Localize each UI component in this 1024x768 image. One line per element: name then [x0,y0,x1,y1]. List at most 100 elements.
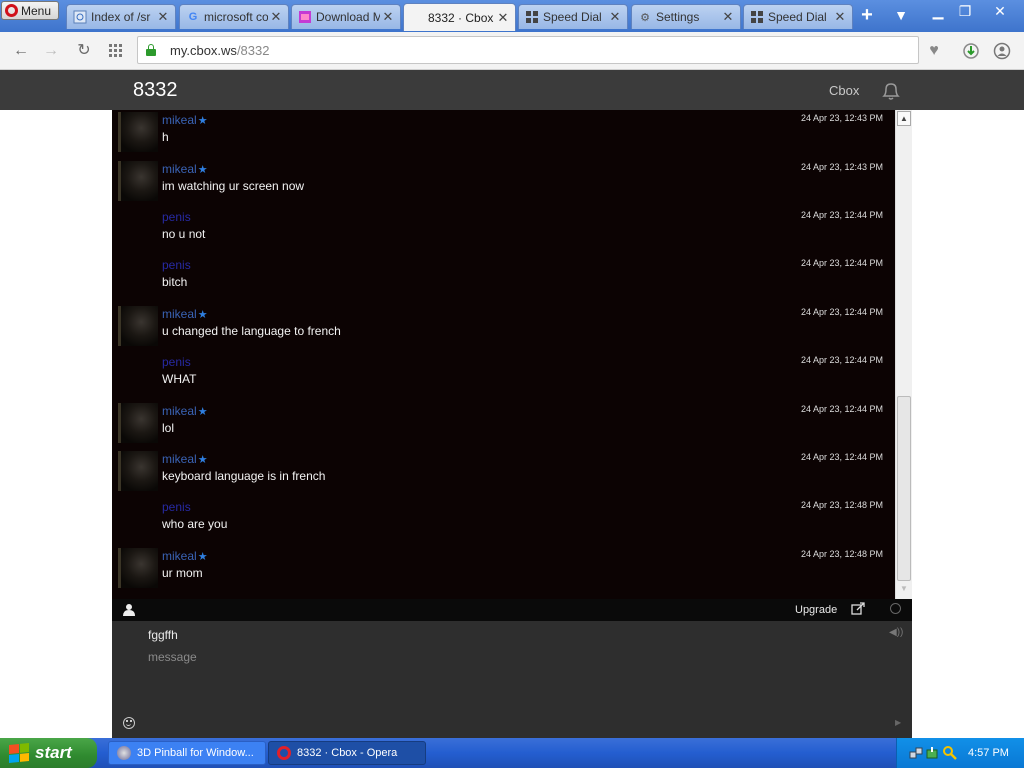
tab-list-chevron-icon[interactable]: ▼ [892,7,910,25]
opera-menu-button[interactable]: Menu [1,1,59,20]
restore-window-icon[interactable]: ❐ [953,2,977,20]
close-tab-icon[interactable]: ✕ [380,9,396,25]
close-tab-icon[interactable]: ✕ [607,9,623,25]
message-text: lol [162,421,175,435]
message-text: ur mom [162,566,203,580]
message-timestamp: 24 Apr 23, 12:44 PM [800,404,883,414]
message-text: WHAT [162,372,197,386]
smiley-icon[interactable] [123,717,135,729]
speed-dial-grid-icon[interactable] [106,41,126,61]
search-magnifier-icon[interactable] [943,746,957,760]
speed-dial-icon [525,10,539,24]
reload-icon[interactable]: ↻ [74,41,94,61]
tab-settings[interactable]: ⚙ Settings ✕ [631,4,741,29]
taskbar-item-opera[interactable]: 8332 · Cbox - Opera [268,741,426,765]
address-toolbar: ← → ↻ my.cbox.ws/8332 ♥ [0,32,1024,70]
upgrade-link[interactable]: Upgrade [795,604,837,616]
scroll-thumb[interactable] [897,396,911,581]
message-timestamp: 24 Apr 23, 12:43 PM [800,113,883,123]
heart-bookmark-icon[interactable]: ♥ [924,41,944,61]
message-text: who are you [162,517,228,531]
opera-logo-icon [5,4,18,17]
popout-icon[interactable] [851,602,865,616]
forward-arrow-icon[interactable]: → [41,41,61,61]
tab-title: 8332 · Cbox [428,10,494,25]
taskbar-item-pinball[interactable]: 3D Pinball for Window... [108,741,266,765]
message-text: bitch [162,275,188,289]
safely-remove-hardware-icon[interactable] [925,746,939,760]
account-icon[interactable] [992,41,1012,61]
browser-tab-bar: Menu Index of /sr ✕ G microsoft co ✕ Dow… [0,0,1024,32]
close-tab-icon[interactable]: ✕ [268,9,284,25]
username-link[interactable]: mikeal★ [162,404,208,418]
message-text: im watching ur screen now [162,179,305,193]
tab-cbox[interactable]: 8332 · Cbox ✕ [403,3,516,31]
avatar[interactable] [118,403,158,443]
cbox-brand-link[interactable]: Cbox [829,83,859,98]
start-button[interactable]: start [0,738,97,768]
message-timestamp: 24 Apr 23, 12:44 PM [800,452,883,462]
star-icon: ★ [197,551,208,563]
network-icon[interactable] [909,746,923,760]
close-window-icon[interactable]: ✕ [988,2,1012,20]
url-field[interactable]: my.cbox.ws/8332 [137,36,919,64]
close-tab-icon[interactable]: ✕ [495,10,511,26]
close-tab-icon[interactable]: ✕ [155,9,171,25]
avatar[interactable] [118,112,158,152]
cbox-header: 8332 Cbox [0,70,1024,110]
close-tab-icon[interactable]: ✕ [832,9,848,25]
chat-message: penis WHAT 24 Apr 23, 12:44 PM [112,353,895,399]
username-link[interactable]: mikeal★ [162,113,208,127]
pinball-app-icon [117,746,131,760]
username-link[interactable]: mikeal★ [162,307,208,321]
tab-download[interactable]: Download M ✕ [291,4,401,29]
tab-speed-dial-2[interactable]: Speed Dial ✕ [743,4,853,29]
star-icon: ★ [197,164,208,176]
tab-speed-dial[interactable]: Speed Dial ✕ [518,4,628,29]
new-tab-plus-icon[interactable]: + [858,5,876,25]
chat-scrollbar[interactable]: ▲ ▼ [895,110,912,599]
name-field[interactable] [148,627,748,643]
star-icon: ★ [197,454,208,466]
avatar[interactable] [118,548,158,588]
tab-title: Speed Dial [543,10,602,24]
bell-icon[interactable] [880,80,902,102]
chat-message: mikeal★ u changed the language to french… [112,305,895,351]
username-link[interactable]: penis [162,258,191,272]
scroll-down-arrow-icon[interactable]: ▼ [897,582,911,597]
send-arrow-icon[interactable]: ▶ [895,718,901,727]
username-link[interactable]: mikeal★ [162,162,208,176]
username-link[interactable]: penis [162,500,191,514]
tab-title: Index of /sr [91,10,151,24]
message-timestamp: 24 Apr 23, 12:44 PM [800,258,883,268]
star-icon: ★ [197,309,208,321]
avatar[interactable] [118,161,158,201]
refresh-icon[interactable] [890,603,901,614]
sound-toggle-icon[interactable]: ◀)) [889,627,903,638]
chat-message: mikeal★ h 24 Apr 23, 12:43 PM [112,111,895,157]
taskbar-item-label: 3D Pinball for Window... [137,747,254,759]
start-label: start [35,743,72,762]
tab-microsoft[interactable]: G microsoft co ✕ [179,4,289,29]
username-link[interactable]: penis [162,355,191,369]
download-manager-icon[interactable] [961,41,981,61]
username-link[interactable]: penis [162,210,191,224]
tab-index-of[interactable]: Index of /sr ✕ [66,4,176,29]
message-timestamp: 24 Apr 23, 12:44 PM [800,355,883,365]
scroll-up-arrow-icon[interactable]: ▲ [897,111,911,126]
username-link[interactable]: mikeal★ [162,452,208,466]
close-tab-icon[interactable]: ✕ [720,9,736,25]
minimize-window-icon[interactable]: ▁ [926,2,950,20]
message-text: u changed the language to french [162,324,341,338]
star-icon: ★ [197,406,208,418]
chat-message-list: mikeal★ h 24 Apr 23, 12:43 PM mikeal★ im… [112,110,895,599]
user-icon[interactable] [123,603,135,616]
page-title: 8332 [133,79,178,101]
message-input[interactable] [148,650,748,710]
google-icon: G [188,11,198,23]
username-link[interactable]: mikeal★ [162,549,208,563]
ie-page-icon [73,10,87,24]
avatar[interactable] [118,451,158,491]
avatar[interactable] [118,306,158,346]
back-arrow-icon[interactable]: ← [11,41,31,61]
